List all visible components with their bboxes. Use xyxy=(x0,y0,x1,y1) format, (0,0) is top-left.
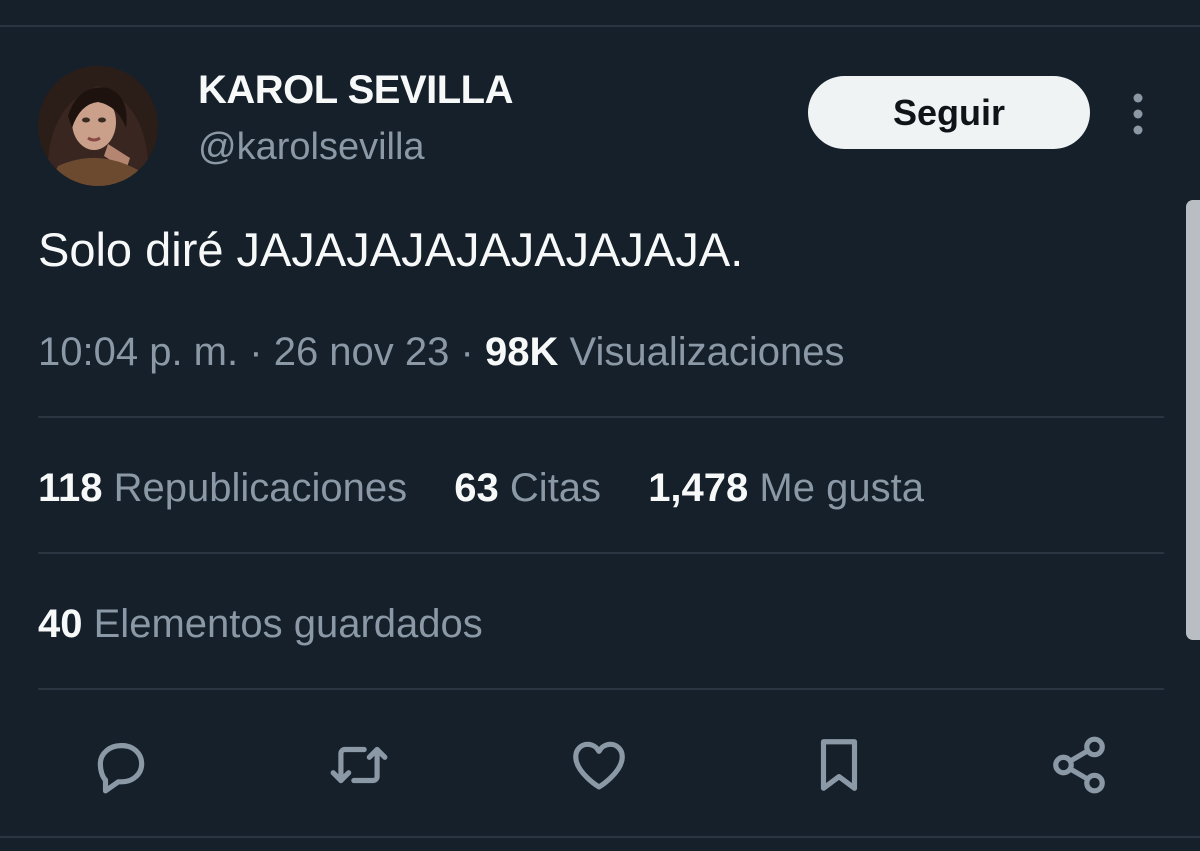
meta-separator: · xyxy=(460,330,474,374)
divider xyxy=(38,552,1164,554)
quotes-stat[interactable]: 63 Citas xyxy=(454,466,601,511)
likes-stat[interactable]: 1,478 Me gusta xyxy=(648,466,924,511)
retweet-icon[interactable] xyxy=(326,732,392,798)
quotes-count: 63 xyxy=(454,466,499,510)
more-options-icon[interactable] xyxy=(1125,92,1151,136)
user-handle[interactable]: @karolsevilla xyxy=(198,126,425,169)
tweet-text: Solo diré JAJAJAJAJAJAJAJAJA. xyxy=(38,223,744,276)
reposts-stat[interactable]: 118 Republicaciones xyxy=(38,466,407,511)
bookmark-icon[interactable] xyxy=(806,732,872,798)
bottom-divider xyxy=(0,836,1200,838)
likes-label: Me gusta xyxy=(759,466,924,510)
display-name[interactable]: KAROL SEVILLA xyxy=(198,68,514,113)
avatar-image xyxy=(38,66,158,186)
share-icon[interactable] xyxy=(1046,732,1112,798)
bookmarks-count: 40 xyxy=(38,602,83,646)
tweet-meta: 10:04 p. m. · 26 nov 23 · 98K Visualizac… xyxy=(38,330,844,375)
avatar[interactable] xyxy=(38,66,158,186)
tweet-detail-view: KAROL SEVILLA @karolsevilla Seguir Solo … xyxy=(0,0,1200,851)
bookmarks-stat[interactable]: 40 Elementos guardados xyxy=(38,602,519,647)
likes-count: 1,478 xyxy=(648,466,749,510)
tweet-date[interactable]: 26 nov 23 xyxy=(274,330,450,374)
meta-separator: · xyxy=(249,330,263,374)
follow-button[interactable]: Seguir xyxy=(808,76,1090,149)
views-label: Visualizaciones xyxy=(569,330,845,374)
engagement-stats: 118 Republicaciones 63 Citas 1,478 Me gu… xyxy=(38,466,960,511)
reposts-label: Republicaciones xyxy=(113,466,408,510)
bookmarks-label: Elementos guardados xyxy=(93,602,483,646)
tweet-time[interactable]: 10:04 p. m. xyxy=(38,330,238,374)
quotes-label: Citas xyxy=(509,466,602,510)
views-count: 98K xyxy=(484,330,559,374)
reposts-count: 118 xyxy=(38,466,103,510)
scrollbar[interactable] xyxy=(1186,200,1200,640)
divider xyxy=(38,688,1164,690)
reply-icon[interactable] xyxy=(88,732,154,798)
divider xyxy=(38,416,1164,418)
like-icon[interactable] xyxy=(566,732,632,798)
top-divider xyxy=(0,25,1200,27)
